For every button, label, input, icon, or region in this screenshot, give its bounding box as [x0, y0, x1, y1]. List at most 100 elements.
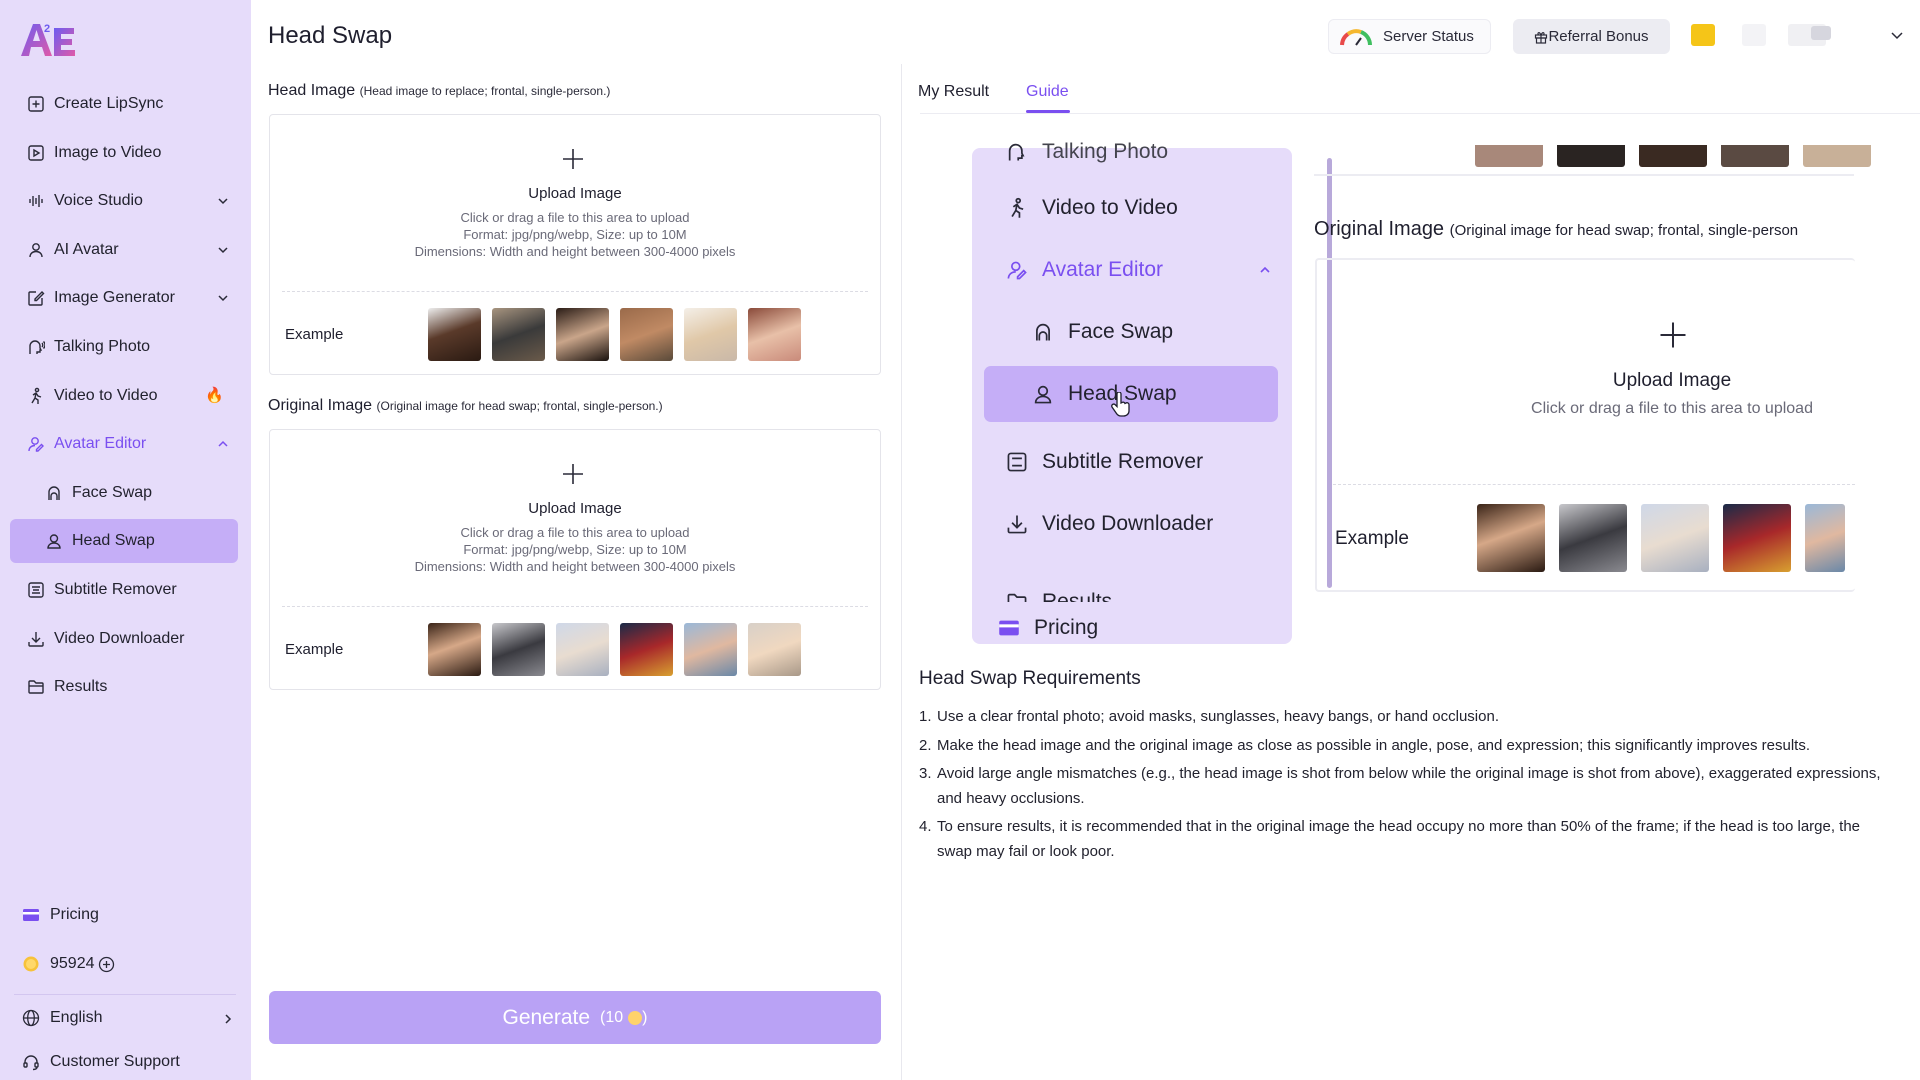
example-thumb	[1557, 145, 1625, 167]
generate-cost: (10 )	[600, 1009, 647, 1027]
example-thumb[interactable]	[748, 308, 801, 361]
sidebar-divider	[14, 994, 236, 995]
sidebar-item-face-swap[interactable]: Face Swap	[10, 471, 238, 515]
avatar-image	[1811, 26, 1831, 40]
example-thumb[interactable]	[428, 623, 481, 676]
sidebar-item-results[interactable]: Results	[10, 665, 238, 709]
plus-icon	[563, 464, 583, 484]
head-image-note: (Head image to replace; frontal, single-…	[359, 84, 611, 98]
notification-icon[interactable]	[1691, 24, 1715, 46]
sidebar-item-voice-studio[interactable]: Voice Studio	[10, 179, 238, 223]
sidebar-item-ai-avatar[interactable]: AI Avatar	[10, 228, 238, 272]
sidebar-item-label: Avatar Editor	[54, 435, 147, 453]
example-thumb[interactable]	[684, 623, 737, 676]
example-thumb	[1475, 145, 1543, 167]
chevron-right-icon	[225, 1014, 232, 1024]
example-thumb[interactable]	[428, 308, 481, 361]
globe-icon	[22, 1009, 40, 1027]
server-status-button[interactable]: Server Status	[1328, 19, 1491, 54]
generate-button[interactable]: Generate (10 )	[269, 991, 881, 1044]
example-thumb[interactable]	[556, 623, 609, 676]
guide-top-border	[1314, 174, 1854, 176]
image-play-icon	[27, 144, 45, 162]
guide-item-label: Talking Photo	[1042, 140, 1169, 163]
sidebar-item-create-lipsync[interactable]: Create LipSync	[10, 82, 238, 126]
example-thumbnails	[1477, 504, 1859, 572]
head-icon	[45, 532, 63, 550]
guide-sidebar: Talking Photo Video to Video Avatar Edit…	[972, 140, 1332, 644]
example-thumb[interactable]	[492, 308, 545, 361]
credits-value: 95924	[50, 955, 95, 972]
coin-icon	[628, 1010, 643, 1025]
example-thumb[interactable]	[556, 308, 609, 361]
sidebar-support[interactable]: Customer Support	[22, 1053, 180, 1071]
chevron-down-icon[interactable]	[216, 194, 230, 208]
guide-item-label: Results	[1042, 590, 1113, 602]
example-thumb[interactable]	[748, 623, 801, 676]
sidebar-item-label: Results	[54, 678, 108, 696]
hand-cursor-icon	[1111, 392, 1130, 417]
sidebar-item-video-to-video[interactable]: Video to Video 🔥	[10, 374, 238, 418]
coin-icon	[22, 955, 40, 973]
list-item-text: Use a clear frontal photo; avoid masks, …	[937, 708, 1499, 725]
sidebar-item-label: AI Avatar	[54, 240, 119, 258]
pricing-label: Pricing	[50, 906, 99, 923]
generate-cost-value: (10	[600, 1008, 624, 1026]
header-icon[interactable]	[1742, 24, 1766, 46]
upload-title: Upload Image	[1612, 370, 1732, 391]
referral-bonus-button[interactable]: Referral Bonus	[1513, 19, 1670, 54]
speaking-head-icon	[27, 338, 45, 356]
example-thumb[interactable]	[684, 308, 737, 361]
head-image-label: Head Image (Head image to replace; front…	[268, 82, 610, 100]
headset-icon	[22, 1053, 40, 1071]
sidebar-item-image-to-video[interactable]: Image to Video	[10, 131, 238, 175]
generate-label: Generate	[502, 1005, 591, 1029]
add-credits-icon[interactable]	[98, 956, 115, 973]
sidebar-item-image-generator[interactable]: Image Generator	[10, 276, 238, 320]
original-image-upload[interactable]: Upload Image Click or drag a file to thi…	[269, 429, 881, 690]
sidebar-item-video-downloader[interactable]: Video Downloader	[10, 617, 238, 661]
sidebar-item-label: Subtitle Remover	[54, 580, 177, 598]
list-item: 3. Avoid large angle mismatches (e.g., th…	[919, 762, 1899, 811]
sidebar-item-talking-photo[interactable]: Talking Photo	[10, 325, 238, 369]
upload-hint: Click or drag a file to this area to upl…	[1531, 400, 1813, 417]
sidebar-pricing[interactable]: Pricing	[22, 906, 99, 924]
sidebar-item-label: Image Generator	[54, 289, 175, 307]
head-image-upload[interactable]: Upload Image Click or drag a file to thi…	[269, 114, 881, 375]
sidebar-language[interactable]: English	[22, 1009, 234, 1027]
example-thumb[interactable]	[492, 623, 545, 676]
list-item: 1. Use a clear frontal photo; avoid masks…	[919, 705, 1899, 730]
account-chevron-down-icon[interactable]	[1890, 29, 1904, 43]
list-item: 4. To ensure results, it is recommended t…	[919, 815, 1899, 864]
guide-item-subtitle-remover: Subtitle Remover	[984, 434, 1278, 490]
download-icon	[1006, 513, 1028, 535]
chevron-down-icon[interactable]	[216, 243, 230, 257]
sidebar-item-head-swap[interactable]: Head Swap	[10, 519, 238, 564]
list-item-text: To ensure results, it is recommended tha…	[937, 818, 1861, 860]
list-item-number: 2.	[919, 736, 932, 754]
guide-image: Talking Photo Video to Video Avatar Edit…	[920, 140, 1920, 650]
sidebar-item-label: Talking Photo	[54, 337, 151, 355]
running-person-icon	[1006, 197, 1028, 219]
original-image-label: Original Image (Original image for head …	[268, 397, 663, 415]
subtitle-icon	[27, 581, 45, 599]
chevron-up-icon[interactable]	[216, 437, 230, 451]
sidebar-item-subtitle-remover[interactable]: Subtitle Remover	[10, 568, 238, 612]
support-label: Customer Support	[50, 1053, 180, 1070]
example-thumbnails	[428, 623, 812, 676]
tab-guide[interactable]: Guide	[1026, 83, 1069, 101]
example-thumb[interactable]	[620, 623, 673, 676]
guide-item-results-clip: Results	[984, 580, 1278, 602]
upload-format: Format: jpg/png/webp, Size: up to 10M	[463, 227, 687, 242]
plus-icon	[563, 149, 583, 169]
guide-item-video-downloader: Video Downloader	[984, 496, 1278, 552]
download-icon	[27, 630, 45, 648]
requirements-list: 1. Use a clear frontal photo; avoid masks…	[919, 705, 1899, 868]
chevron-down-icon[interactable]	[216, 291, 230, 305]
sidebar-item-avatar-editor[interactable]: Avatar Editor	[10, 422, 238, 466]
example-thumb[interactable]	[620, 308, 673, 361]
tab-my-result[interactable]: My Result	[918, 83, 989, 101]
example-thumb	[1477, 504, 1545, 572]
logo[interactable]: 2	[18, 16, 78, 60]
chevron-up-icon	[1260, 266, 1270, 273]
